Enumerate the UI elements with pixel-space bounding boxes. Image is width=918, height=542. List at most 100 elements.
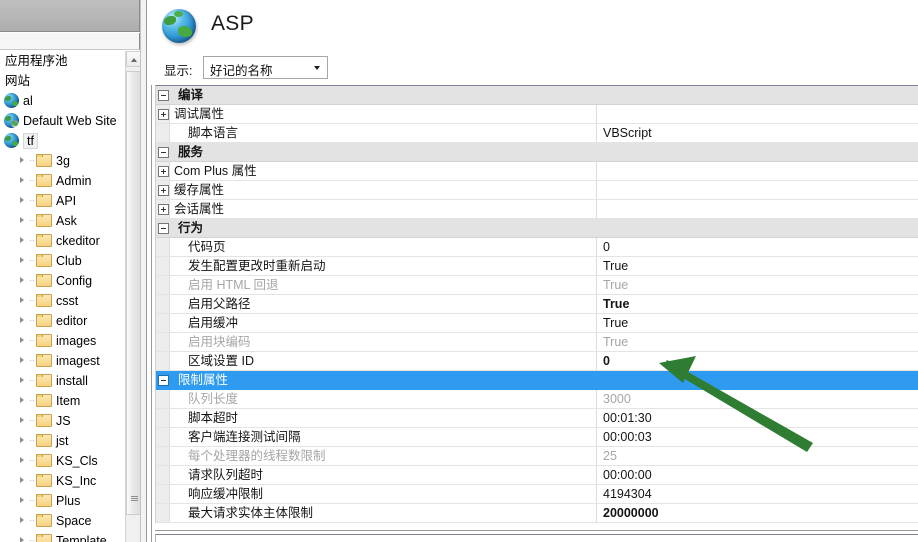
property-row[interactable]: 启用父路径 True — [156, 295, 918, 314]
property-row[interactable]: 启用块编码 True — [156, 333, 918, 352]
expand-toggle-icon[interactable] — [158, 109, 169, 120]
chevron-right-icon[interactable] — [19, 256, 28, 265]
property-row[interactable]: 会话属性 — [156, 200, 918, 219]
property-row[interactable]: 脚本语言 VBScript — [156, 124, 918, 143]
tree-item-site-al[interactable]: al — [0, 91, 121, 111]
property-value[interactable]: 00:01:30 — [603, 409, 652, 428]
property-row[interactable]: 启用缓冲 True — [156, 314, 918, 333]
chevron-right-icon[interactable] — [19, 296, 28, 305]
property-value[interactable]: True — [603, 314, 628, 333]
property-row[interactable]: 发生配置更改时重新启动 True — [156, 257, 918, 276]
collapse-toggle-icon[interactable] — [158, 90, 169, 101]
property-value[interactable]: True — [603, 257, 628, 276]
property-value[interactable]: 25 — [603, 447, 617, 466]
tree-item-folder[interactable]: ·· Admin — [0, 171, 121, 191]
chevron-right-icon[interactable] — [19, 416, 28, 425]
tree-item-folder[interactable]: ·· images — [0, 331, 121, 351]
connections-tree[interactable]: 应用程序池 网站 al Default Web Site tf ·· 3g ·· Ad… — [0, 51, 121, 542]
chevron-right-icon[interactable] — [19, 276, 28, 285]
property-row[interactable]: 响应缓冲限制 4194304 — [156, 485, 918, 504]
property-row[interactable]: 最大请求实体主体限制 20000000 — [156, 504, 918, 523]
tree-item-folder[interactable]: ·· csst — [0, 291, 121, 311]
expand-toggle-icon[interactable] — [158, 204, 169, 215]
collapse-toggle-icon[interactable] — [158, 223, 169, 234]
tree-item-folder[interactable]: ·· JS — [0, 411, 121, 431]
property-value[interactable]: 00:00:00 — [603, 466, 652, 485]
property-value[interactable]: True — [603, 295, 629, 314]
scrollbar-thumb[interactable] — [126, 71, 141, 515]
tree-item-folder[interactable]: ·· 3g — [0, 151, 121, 171]
expand-toggle-icon[interactable] — [158, 166, 169, 177]
sidebar-splitter[interactable] — [140, 0, 147, 542]
tree-item-folder[interactable]: ·· ckeditor — [0, 231, 121, 251]
chevron-right-icon[interactable] — [19, 456, 28, 465]
tree-item-folder[interactable]: ·· KS_Inc — [0, 471, 121, 491]
property-row[interactable]: Com Plus 属性 — [156, 162, 918, 181]
chevron-right-icon[interactable] — [19, 516, 28, 525]
sidebar-scrollbar[interactable] — [125, 51, 141, 542]
tree-item-folder[interactable]: ·· editor — [0, 311, 121, 331]
property-row[interactable]: 客户端连接测试间隔 00:00:03 — [156, 428, 918, 447]
property-value[interactable]: 4194304 — [603, 485, 652, 504]
property-value[interactable]: 20000000 — [603, 504, 659, 523]
tree-item-folder[interactable]: ·· Plus — [0, 491, 121, 511]
property-grid[interactable]: 编译 调试属性 脚本语言 VBScript 服务 Com Plus 属性 缓存属性 会话属性行… — [155, 85, 918, 523]
tree-item-folder[interactable]: ·· jst — [0, 431, 121, 451]
chevron-down-icon[interactable] — [314, 66, 320, 70]
property-category-row[interactable]: 服务 — [156, 143, 918, 162]
tree-item-folder[interactable]: ·· API — [0, 191, 121, 211]
collapse-toggle-icon[interactable] — [158, 375, 169, 386]
property-row[interactable]: 区域设置 ID 0 — [156, 352, 918, 371]
tree-item-folder[interactable]: ·· Item — [0, 391, 121, 411]
tree-item-folder[interactable]: ·· imagest — [0, 351, 121, 371]
chevron-right-icon[interactable] — [19, 396, 28, 405]
property-row[interactable]: 调试属性 — [156, 105, 918, 124]
property-row[interactable]: 请求队列超时 00:00:00 — [156, 466, 918, 485]
expand-toggle-icon[interactable] — [158, 185, 169, 196]
chevron-right-icon[interactable] — [19, 436, 28, 445]
property-value[interactable]: VBScript — [603, 124, 652, 143]
chevron-right-icon[interactable] — [19, 216, 28, 225]
tree-item-folder[interactable]: ·· Ask — [0, 211, 121, 231]
tree-item-folder[interactable]: ·· Space — [0, 511, 121, 531]
tree-item-app-pools[interactable]: 应用程序池 — [0, 51, 121, 71]
property-value[interactable]: True — [603, 333, 628, 352]
chevron-right-icon[interactable] — [19, 336, 28, 345]
tree-item-folder[interactable]: ·· Config — [0, 271, 121, 291]
property-value[interactable]: 00:00:03 — [603, 428, 652, 447]
scroll-up-arrow-icon[interactable] — [126, 51, 141, 67]
tree-item-folder[interactable]: ·· install — [0, 371, 121, 391]
chevron-right-icon[interactable] — [19, 176, 28, 185]
property-value[interactable]: 3000 — [603, 390, 631, 409]
property-name: 代码页 — [188, 240, 226, 254]
display-mode-dropdown[interactable]: 好记的名称 — [203, 56, 328, 79]
property-row[interactable]: 代码页 0 — [156, 238, 918, 257]
chevron-right-icon[interactable] — [19, 476, 28, 485]
tree-item-site-default-web-site[interactable]: Default Web Site — [0, 111, 121, 131]
property-category-row[interactable]: 限制属性 — [156, 371, 918, 390]
chevron-right-icon[interactable] — [19, 376, 28, 385]
chevron-right-icon[interactable] — [19, 316, 28, 325]
chevron-right-icon[interactable] — [19, 236, 28, 245]
property-row[interactable]: 脚本超时 00:01:30 — [156, 409, 918, 428]
property-row[interactable]: 队列长度 3000 — [156, 390, 918, 409]
tree-item-sites[interactable]: 网站 — [0, 71, 121, 91]
chevron-right-icon[interactable] — [19, 496, 28, 505]
chevron-right-icon[interactable] — [19, 196, 28, 205]
property-row[interactable]: 启用 HTML 回退 True — [156, 276, 918, 295]
chevron-right-icon[interactable] — [19, 356, 28, 365]
property-category-row[interactable]: 行为 — [156, 219, 918, 238]
property-value[interactable]: True — [603, 276, 628, 295]
property-category-row[interactable]: 编译 — [156, 86, 918, 105]
chevron-right-icon[interactable] — [19, 156, 28, 165]
tree-item-folder[interactable]: ·· KS_Cls — [0, 451, 121, 471]
chevron-right-icon[interactable] — [19, 536, 28, 542]
property-row[interactable]: 缓存属性 — [156, 181, 918, 200]
collapse-toggle-icon[interactable] — [158, 147, 169, 158]
property-value[interactable]: 0 — [603, 352, 610, 371]
tree-item-folder[interactable]: ·· Club — [0, 251, 121, 271]
tree-item-folder[interactable]: ·· Template — [0, 531, 121, 542]
property-value[interactable]: 0 — [603, 238, 610, 257]
tree-item-site-tf[interactable]: tf — [0, 131, 121, 151]
property-row[interactable]: 每个处理器的线程数限制 25 — [156, 447, 918, 466]
